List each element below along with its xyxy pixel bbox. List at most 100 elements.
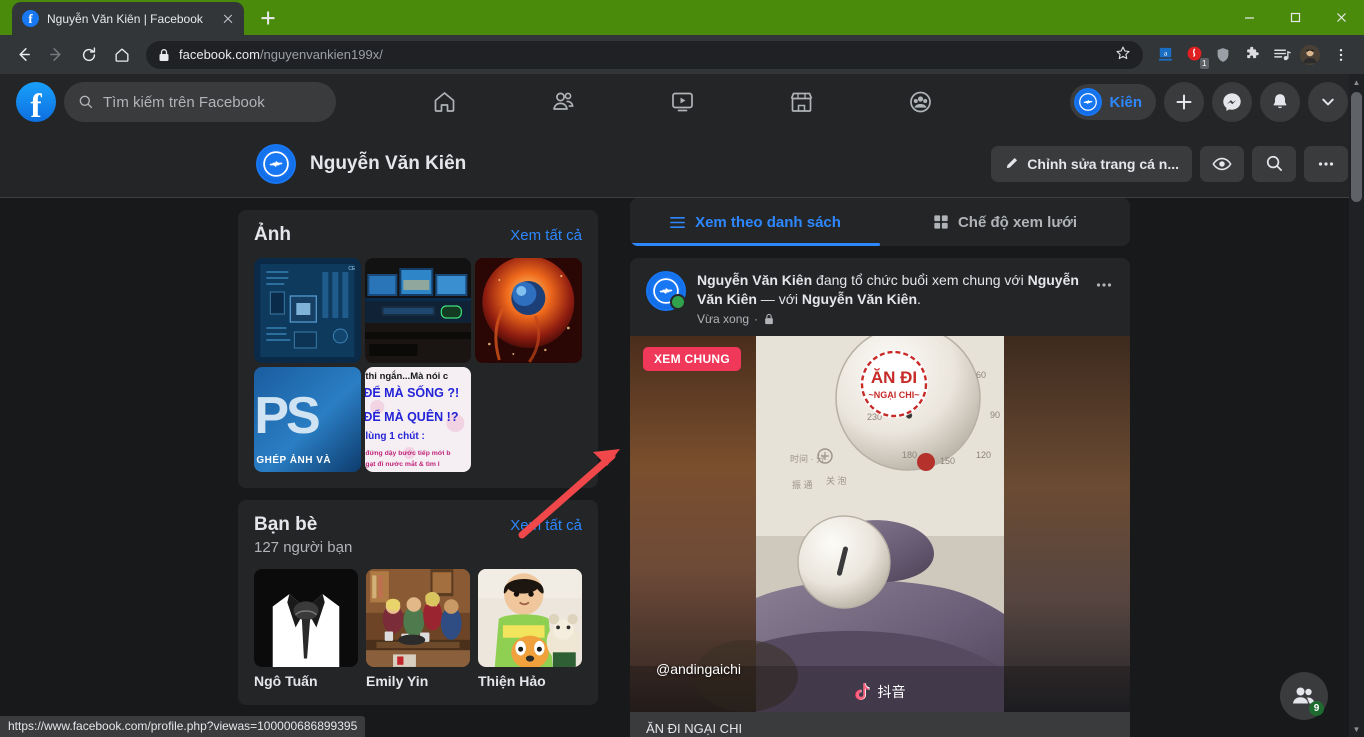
list-item[interactable]: Ngô Tuấn: [254, 569, 358, 689]
profile-search-button[interactable]: [1252, 145, 1296, 182]
amazon-extension-icon[interactable]: a: [1152, 42, 1178, 68]
post-separator: ·: [754, 311, 759, 326]
friends-card: Bạn bè Xem tất cả 127 người bạn Ngô Tuấn…: [238, 500, 598, 705]
scrollbar-thumb[interactable]: [1351, 92, 1362, 202]
photo-motherboard[interactable]: CE: [254, 258, 361, 363]
tiktok-label: 抖音: [877, 683, 906, 700]
post-header: Nguyễn Văn Kiên đang tổ chức buổi xem ch…: [630, 258, 1130, 336]
edit-profile-label: Chỉnh sửa trang cá n...: [1027, 155, 1179, 172]
ellipsis-icon: [1096, 283, 1112, 287]
friends-count: 127 người bạn: [254, 539, 353, 556]
nav-friends[interactable]: [508, 78, 619, 126]
back-icon[interactable]: [8, 40, 38, 70]
tab-list-view-label: Xem theo danh sách: [695, 213, 841, 231]
post-more-button[interactable]: [1094, 271, 1114, 326]
adblock-extension-icon[interactable]: 1: [1181, 42, 1209, 69]
puzzle-extensions-icon[interactable]: [1239, 42, 1265, 68]
post-video[interactable]: 60 90 120 150 180 230 200 时间 · 分 关 泡 振 通: [630, 335, 1130, 712]
page-scrollbar[interactable]: ▲ ▼: [1349, 74, 1364, 737]
scroll-down-arrow[interactable]: ▼: [1349, 721, 1364, 737]
search-input[interactable]: Tìm kiếm trên Facebook: [64, 82, 336, 122]
friend-name: Emily Yin: [366, 673, 429, 689]
minimize-button[interactable]: [1226, 0, 1272, 35]
browser-toolbar: facebook.com/nguyenvankien199x/ a 1: [0, 35, 1364, 74]
omnibox-domain: facebook.com: [179, 47, 260, 62]
close-icon[interactable]: [220, 11, 236, 27]
photos-see-all-link[interactable]: Xem tất cả: [510, 227, 582, 244]
right-column: Xem theo danh sách Chế độ xem lưới Nguyễ…: [630, 198, 1130, 737]
tab-list-view[interactable]: Xem theo danh sách: [630, 198, 880, 246]
post-avatar[interactable]: [646, 271, 686, 311]
lock-icon: [765, 313, 773, 324]
svg-text:90: 90: [990, 410, 1000, 420]
contacts-button[interactable]: 9: [1280, 672, 1328, 720]
account-name: Kiên: [1109, 93, 1142, 111]
status-bar-url: https://www.facebook.com/profile.php?vie…: [0, 716, 366, 737]
post-time[interactable]: Vừa xong: [697, 312, 749, 326]
search-icon: [79, 95, 93, 109]
profile-avatar[interactable]: [256, 143, 296, 184]
list-item[interactable]: Thiện Hảo: [478, 569, 582, 689]
profile-body: Ảnh Xem tất cả CE PS GHÉP ẢNH VÀ thi ngắ…: [0, 198, 1364, 737]
svg-text:ĐỂ MÀ SỐNG ?!: ĐỂ MÀ SỐNG ?!: [365, 385, 459, 400]
post-tagged[interactable]: Nguyễn Văn Kiên: [802, 291, 917, 307]
chrome-menu-icon[interactable]: [1326, 40, 1356, 70]
nav-marketplace[interactable]: [746, 78, 857, 126]
reload-icon[interactable]: [74, 40, 104, 70]
friends-see-all-link[interactable]: Xem tất cả: [510, 517, 582, 534]
tab-grid-view[interactable]: Chế độ xem lưới: [880, 198, 1130, 246]
adblock-badge: 1: [1199, 57, 1209, 69]
photo-empty-slot: [475, 367, 582, 472]
contacts-badge: 9: [1309, 701, 1324, 716]
forward-icon[interactable]: [41, 40, 71, 70]
chrome-profile-avatar[interactable]: [1297, 42, 1323, 68]
friends-title: Bạn bè: [254, 514, 318, 535]
svg-text:150: 150: [940, 456, 955, 466]
playlist-extension-icon[interactable]: [1268, 42, 1294, 68]
svg-text:振 通: 振 通: [792, 479, 813, 490]
window-close-button[interactable]: [1318, 0, 1364, 35]
nav-groups[interactable]: [865, 78, 976, 126]
window-controls: [1226, 0, 1364, 35]
messenger-icon[interactable]: [1212, 82, 1252, 122]
pencil-icon: [1007, 157, 1018, 169]
photo-desk-setup[interactable]: [364, 258, 472, 363]
post-author[interactable]: Nguyễn Văn Kiên: [697, 272, 812, 288]
tiktok-watermark: 抖音: [855, 682, 906, 702]
svg-text:GHÉP ẢNH VÀ: GHÉP ẢNH VÀ: [256, 453, 331, 466]
account-menu-icon[interactable]: [1308, 82, 1348, 122]
photo-firefox-art[interactable]: [475, 258, 582, 363]
account-pill[interactable]: Kiên: [1070, 84, 1156, 120]
lock-icon: [159, 48, 169, 61]
notifications-icon[interactable]: [1260, 82, 1300, 122]
profile-more-button[interactable]: [1304, 145, 1348, 182]
edit-profile-button[interactable]: Chỉnh sửa trang cá n...: [991, 145, 1192, 182]
svg-text:180: 180: [902, 450, 917, 460]
omnibox-url: facebook.com/nguyenvankien199x/: [179, 47, 383, 62]
browser-title-bar: f Nguyễn Văn Kiên | Facebook: [0, 0, 1364, 35]
view-as-button[interactable]: [1200, 145, 1244, 182]
nav-watch[interactable]: [627, 78, 738, 126]
nav-home[interactable]: [389, 78, 500, 126]
address-bar[interactable]: facebook.com/nguyenvankien199x/: [146, 40, 1143, 69]
browser-tab[interactable]: f Nguyễn Văn Kiên | Facebook: [12, 2, 244, 35]
shield-extension-icon[interactable]: [1210, 42, 1236, 68]
photos-title: Ảnh: [254, 224, 291, 245]
svg-text:时间 · 分: 时间 · 分: [790, 453, 825, 464]
scroll-up-arrow[interactable]: ▲: [1349, 74, 1364, 90]
svg-text:lùng 1 chút :: lùng 1 chút :: [365, 431, 424, 442]
svg-text:thi ngắn...Mà nói c: thi ngắn...Mà nói c: [365, 370, 448, 382]
bookmark-star-icon[interactable]: [1115, 45, 1131, 64]
tab-grid-view-label: Chế độ xem lưới: [957, 213, 1078, 231]
photo-quote-text[interactable]: thi ngắn...Mà nói c ĐỂ MÀ SỐNG ?! ĐỂ MÀ …: [364, 367, 472, 472]
list-item[interactable]: Emily Yin: [366, 569, 470, 689]
maximize-button[interactable]: [1272, 0, 1318, 35]
create-icon[interactable]: [1164, 82, 1204, 122]
left-column: Ảnh Xem tất cả CE PS GHÉP ẢNH VÀ thi ngắ…: [238, 198, 598, 737]
profile-sub-header: Nguyễn Văn Kiên Chỉnh sửa trang cá n...: [0, 130, 1364, 198]
post-story-text: Nguyễn Văn Kiên đang tổ chức buổi xem ch…: [697, 271, 1083, 309]
photo-photoshop-banner[interactable]: PS GHÉP ẢNH VÀ: [254, 367, 361, 472]
facebook-logo[interactable]: f: [16, 82, 56, 123]
new-tab-button[interactable]: [254, 4, 282, 32]
home-icon[interactable]: [107, 40, 137, 70]
